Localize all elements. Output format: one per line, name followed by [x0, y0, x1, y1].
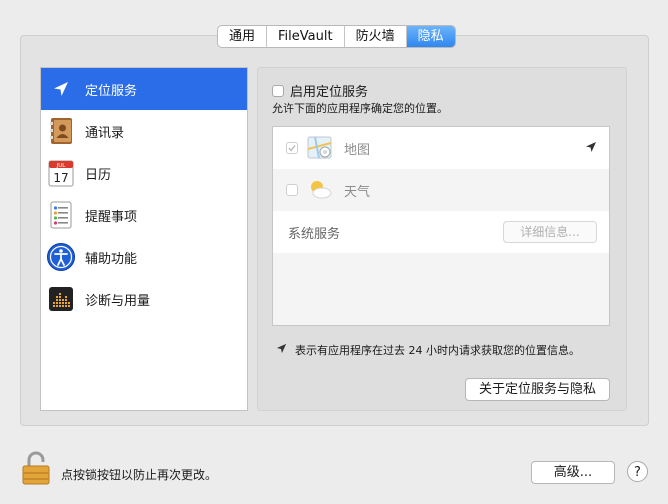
sidebar-item-accessibility[interactable]: 辅助功能	[41, 236, 247, 278]
diagnostics-icon	[46, 284, 76, 314]
tab-firewall[interactable]: 防火墙	[345, 26, 407, 47]
weather-checkbox[interactable]	[286, 184, 298, 196]
maps-checkbox[interactable]	[286, 142, 298, 154]
sidebar-item-label: 诊断与用量	[85, 293, 151, 309]
sidebar-item-label: 定位服务	[85, 83, 138, 99]
location-note-text: 表示有应用程序在过去 24 小时内请求获取您的位置信息。	[295, 344, 580, 357]
contacts-book-icon	[46, 116, 76, 146]
sidebar-item-location-services[interactable]: 定位服务	[41, 68, 247, 110]
location-note: 表示有应用程序在过去 24 小时内请求获取您的位置信息。	[276, 342, 580, 358]
weather-icon	[306, 176, 334, 204]
sidebar-item-label: 日历	[85, 167, 112, 183]
location-app-list: 地图 天气 系统服务 详细信息...	[272, 126, 610, 326]
app-row-weather: 天气	[273, 169, 609, 211]
sidebar-item-diagnostics[interactable]: 诊断与用量	[41, 278, 247, 320]
enable-location-services-row[interactable]: 启用定位服务	[272, 81, 368, 100]
sidebar-item-label: 通讯录	[85, 125, 125, 141]
sidebar-item-contacts[interactable]: 通讯录	[41, 110, 247, 152]
maps-icon	[306, 134, 334, 162]
system-services-row: 系统服务 详细信息...	[273, 211, 609, 253]
weather-label: 天气	[344, 184, 371, 200]
calendar-icon: JUL 17	[46, 158, 76, 188]
location-description: 允许下面的应用程序确定您的位置。	[272, 102, 448, 115]
svg-text:JUL: JUL	[56, 163, 67, 169]
reminders-list-icon	[46, 200, 76, 230]
tab-filevault[interactable]: FileVault	[267, 26, 345, 47]
maps-label: 地图	[344, 142, 371, 158]
lock-text: 点按锁按钮以防止再次更改。	[61, 468, 218, 482]
list-empty-row	[273, 253, 609, 325]
location-arrow-icon	[276, 343, 287, 357]
advanced-button[interactable]: 高级...	[531, 461, 615, 484]
app-row-maps: 地图	[273, 127, 609, 169]
tab-bar: 通用 FileVault 防火墙 隐私	[217, 25, 456, 48]
recent-location-arrow-icon	[585, 141, 597, 157]
tab-general[interactable]: 通用	[218, 26, 268, 47]
tab-privacy[interactable]: 隐私	[406, 26, 455, 47]
svg-text:17: 17	[53, 171, 68, 185]
enable-location-services-label: 启用定位服务	[290, 85, 369, 100]
help-button[interactable]: ?	[627, 461, 648, 482]
sidebar-item-reminders[interactable]: 提醒事项	[41, 194, 247, 236]
sidebar-item-label: 提醒事项	[85, 209, 138, 225]
sidebar-item-label: 辅助功能	[85, 251, 138, 267]
details-button[interactable]: 详细信息...	[503, 221, 597, 243]
about-location-privacy-button[interactable]: 关于定位服务与隐私	[465, 378, 610, 401]
system-services-label: 系统服务	[288, 226, 341, 242]
sidebar-item-calendar[interactable]: JUL 17 日历	[41, 152, 247, 194]
lock-icon[interactable]	[21, 450, 51, 486]
privacy-sidebar: 定位服务 通讯录 JUL 17 日历 提醒事项 辅助功能 诊断与用量	[40, 67, 248, 411]
accessibility-icon	[46, 242, 76, 272]
enable-location-services-checkbox[interactable]	[272, 84, 284, 97]
location-arrow-icon	[46, 74, 76, 104]
